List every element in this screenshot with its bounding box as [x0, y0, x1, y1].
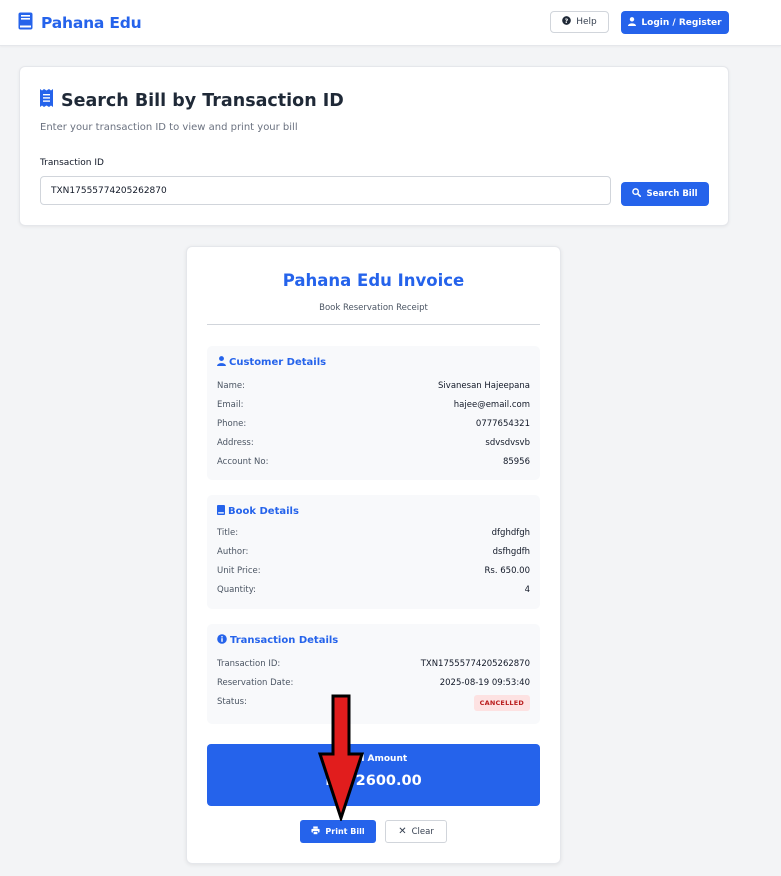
transaction-details-section: Transaction Details Transaction ID: TXN1… — [207, 624, 540, 724]
row-label: Phone: — [217, 419, 247, 429]
book-row-title: Title: dfghdfgh — [217, 528, 530, 542]
customer-row-phone: Phone: 0777654321 — [217, 419, 530, 433]
user-icon — [217, 356, 226, 369]
question-circle-icon: ? — [562, 16, 576, 28]
total-amount-label: Total Amount — [339, 754, 408, 764]
row-value: sdvsdvsvb — [485, 438, 530, 448]
row-value: 4 — [524, 585, 530, 595]
book-icon — [217, 505, 225, 518]
customer-details-heading: Customer Details — [217, 356, 326, 369]
top-navbar: Pahana Edu ? Help Login / Register — [0, 0, 781, 46]
invoice-title: Pahana Edu Invoice — [282, 271, 465, 290]
row-label: Title: — [217, 528, 239, 538]
login-register-button[interactable]: Login / Register — [621, 11, 729, 34]
row-label: Author: — [217, 547, 249, 557]
transaction-details-label: Transaction Details — [230, 635, 339, 646]
status-badge: CANCELLED — [473, 695, 530, 711]
transaction-row-date: Reservation Date: 2025-08-19 09:53:40 — [217, 678, 530, 692]
svg-text:?: ? — [565, 18, 569, 25]
transaction-id-input[interactable] — [40, 176, 611, 205]
customer-details-section: Customer Details Name: Sivanesan Hajeepa… — [207, 346, 540, 480]
brand-name: Pahana Edu — [41, 14, 142, 32]
customer-details-label: Customer Details — [229, 357, 327, 368]
search-bill-label: Search Bill — [646, 189, 698, 199]
info-circle-icon — [217, 634, 227, 647]
search-icon — [632, 188, 646, 200]
row-value: 0777654321 — [475, 419, 530, 429]
total-amount-value: Rs. 2600.00 — [325, 773, 422, 789]
book-details-heading: Book Details — [217, 505, 299, 518]
search-title: Search Bill by Transaction ID — [61, 90, 344, 111]
row-value: 2025-08-19 09:53:40 — [439, 678, 530, 688]
row-label: Account No: — [217, 457, 269, 467]
clear-button[interactable]: ✕ Clear — [385, 820, 447, 843]
search-subtitle: Enter your transaction ID to view and pr… — [40, 122, 298, 133]
row-value: Rs. 650.00 — [484, 566, 530, 576]
customer-row-email: Email: hajee@email.com — [217, 400, 530, 414]
down-arrow-icon — [318, 694, 364, 821]
row-value: TXN17555774205262870 — [420, 659, 530, 669]
book-row-quantity: Quantity: 4 — [217, 585, 530, 599]
row-label: Quantity: — [217, 585, 256, 595]
book-details-section: Book Details Title: dfghdfgh Author: dsf… — [207, 495, 540, 609]
row-label: Reservation Date: — [217, 678, 294, 688]
row-value: dfghdfgh — [491, 528, 530, 538]
invoice-subtitle: Book Reservation Receipt — [319, 303, 428, 313]
customer-row-address: Address: sdvsdvsvb — [217, 438, 530, 452]
printer-icon — [311, 826, 325, 837]
row-value: hajee@email.com — [453, 400, 530, 410]
row-label: Status: — [217, 697, 247, 707]
customer-row-account: Account No: 85956 — [217, 457, 530, 471]
book-row-author: Author: dsfhgdfh — [217, 547, 530, 561]
login-label: Login / Register — [641, 17, 722, 28]
transaction-id-label: Transaction ID — [40, 158, 104, 168]
clear-label: Clear — [411, 826, 434, 837]
row-label: Email: — [217, 400, 244, 410]
close-icon: ✕ — [398, 826, 407, 837]
row-value: Sivanesan Hajeepana — [438, 381, 530, 391]
row-label: Transaction ID: — [217, 659, 281, 669]
brand-logo[interactable]: Pahana Edu — [18, 12, 142, 34]
row-label: Address: — [217, 438, 254, 448]
help-button[interactable]: ? Help — [550, 11, 609, 33]
customer-row-name: Name: Sivanesan Hajeepana — [217, 381, 530, 395]
total-amount-box: Total Amount Rs. 2600.00 — [207, 744, 540, 806]
row-value: 85956 — [502, 457, 530, 467]
row-label: Unit Price: — [217, 566, 261, 576]
print-bill-button[interactable]: Print Bill — [300, 820, 376, 843]
search-header: Search Bill by Transaction ID — [40, 89, 344, 112]
user-icon — [628, 16, 641, 29]
book-icon — [18, 12, 33, 34]
transaction-row-id: Transaction ID: TXN17555774205262870 — [217, 659, 530, 673]
receipt-icon — [40, 89, 53, 112]
book-details-label: Book Details — [228, 506, 299, 517]
transaction-row-status: Status: CANCELLED — [217, 695, 530, 711]
invoice-divider — [207, 324, 540, 325]
invoice-card: Pahana Edu Invoice Book Reservation Rece… — [186, 246, 561, 864]
book-row-unit-price: Unit Price: Rs. 650.00 — [217, 566, 530, 580]
row-label: Name: — [217, 381, 245, 391]
search-card: Search Bill by Transaction ID Enter your… — [19, 66, 729, 226]
print-bill-label: Print Bill — [325, 827, 365, 836]
transaction-details-heading: Transaction Details — [217, 634, 338, 647]
help-label: Help — [576, 17, 597, 27]
row-value: dsfhgdfh — [492, 547, 530, 557]
search-bill-button[interactable]: Search Bill — [621, 182, 709, 206]
